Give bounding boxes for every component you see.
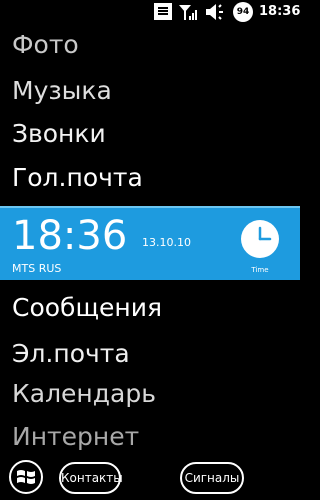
menu-item-internet[interactable]: Интернет <box>12 421 139 453</box>
signal-icon[interactable] <box>178 3 200 21</box>
menu-item-voicemail[interactable]: Гол.почта <box>12 162 143 194</box>
alerts-softkey[interactable]: Сигналы <box>180 462 244 494</box>
clock-date: 13.10.10 <box>142 236 191 249</box>
clock-icon-label: Time <box>251 266 269 274</box>
menu-item-calls[interactable]: Звонки <box>12 118 106 150</box>
clock-time: 18:36 <box>12 213 128 259</box>
menu-item-email[interactable]: Эл.почта <box>12 338 130 370</box>
clock-icon[interactable] <box>240 219 280 259</box>
home-screen: 94 18:36 Фото Музыка Звонки Гол.почта 18… <box>0 0 300 500</box>
clock-panel[interactable]: 18:36 13.10.10 MTS RUS Time <box>0 206 300 280</box>
start-button[interactable] <box>9 460 43 494</box>
menu-item-music[interactable]: Музыка <box>12 75 112 107</box>
menu-item-calendar[interactable]: Календарь <box>12 378 156 410</box>
menu-item-messages[interactable]: Сообщения <box>12 292 162 324</box>
operator-name: MTS RUS <box>12 262 62 275</box>
windows-icon <box>17 470 35 484</box>
battery-icon[interactable]: 94 <box>233 2 253 22</box>
message-icon[interactable] <box>154 3 172 20</box>
menu-item-photo[interactable]: Фото <box>12 29 79 61</box>
status-bar: 94 18:36 <box>0 0 300 24</box>
contacts-softkey[interactable]: Контакты <box>59 462 123 494</box>
volume-icon[interactable] <box>205 3 229 21</box>
status-time[interactable]: 18:36 <box>259 3 300 21</box>
